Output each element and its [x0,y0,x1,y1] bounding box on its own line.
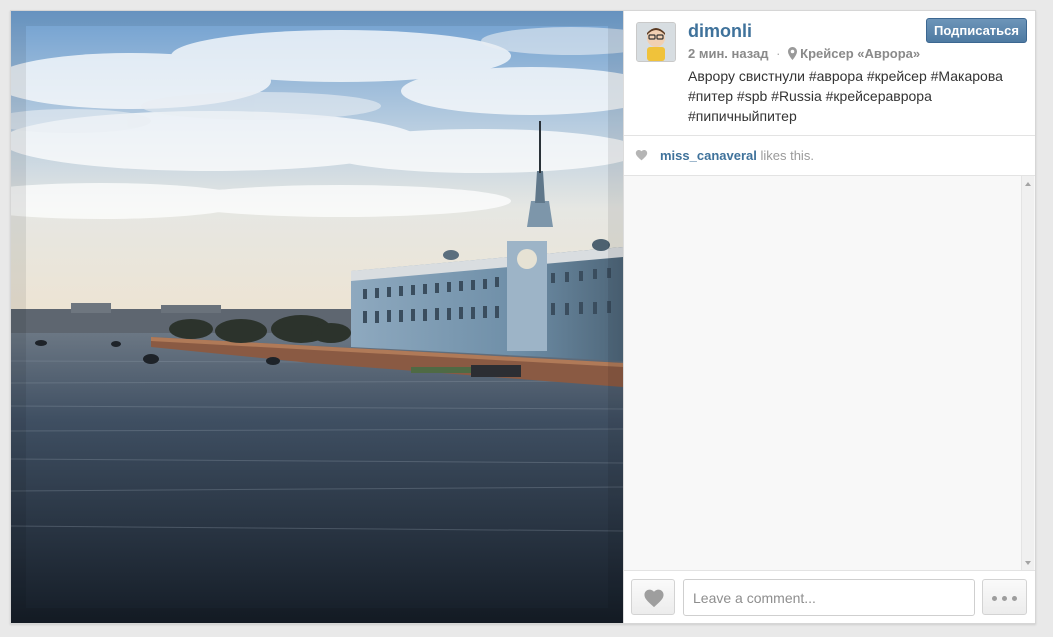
post-caption: Аврору свистнули #аврора #крейсер #Макар… [688,68,1003,124]
timestamp: 2 мин. назад [688,46,769,61]
comments-scrollbar[interactable] [1021,176,1034,571]
avatar-image [637,23,675,61]
more-options-button[interactable] [982,579,1027,615]
post-meta: 2 мин. назад · Крейсер «Аврора» [688,46,920,61]
map-pin-icon [788,47,798,60]
liker-username[interactable]: miss_canaveral [660,148,757,163]
scroll-up-arrow-icon[interactable] [1025,182,1031,186]
avatar[interactable] [636,22,676,62]
comment-input[interactable] [683,579,975,616]
likes-text: miss_canaveral likes this. [660,136,814,175]
likes-row: miss_canaveral likes this. [624,136,1035,176]
scroll-down-arrow-icon[interactable] [1025,561,1031,565]
post-sidebar: dimonli Подписаться 2 мин. назад · Крейс… [623,11,1035,623]
post-photo[interactable] [11,11,623,623]
follow-button[interactable]: Подписаться [925,18,1027,43]
comments-area[interactable] [624,176,1035,571]
post-modal: dimonli Подписаться 2 мин. назад · Крейс… [10,10,1036,624]
photo-image [11,11,623,623]
location-link[interactable]: Крейсер «Аврора» [788,46,920,61]
username[interactable]: dimonli [688,21,752,42]
meta-separator: · [776,46,781,61]
comment-footer [624,570,1035,623]
post-header: dimonli Подписаться 2 мин. назад · Крейс… [624,11,1035,136]
heart-icon [635,150,648,161]
like-button[interactable] [631,579,675,615]
likes-suffix: likes this. [756,148,814,163]
heart-icon [644,589,664,608]
location-name: Крейсер «Аврора» [800,46,921,61]
